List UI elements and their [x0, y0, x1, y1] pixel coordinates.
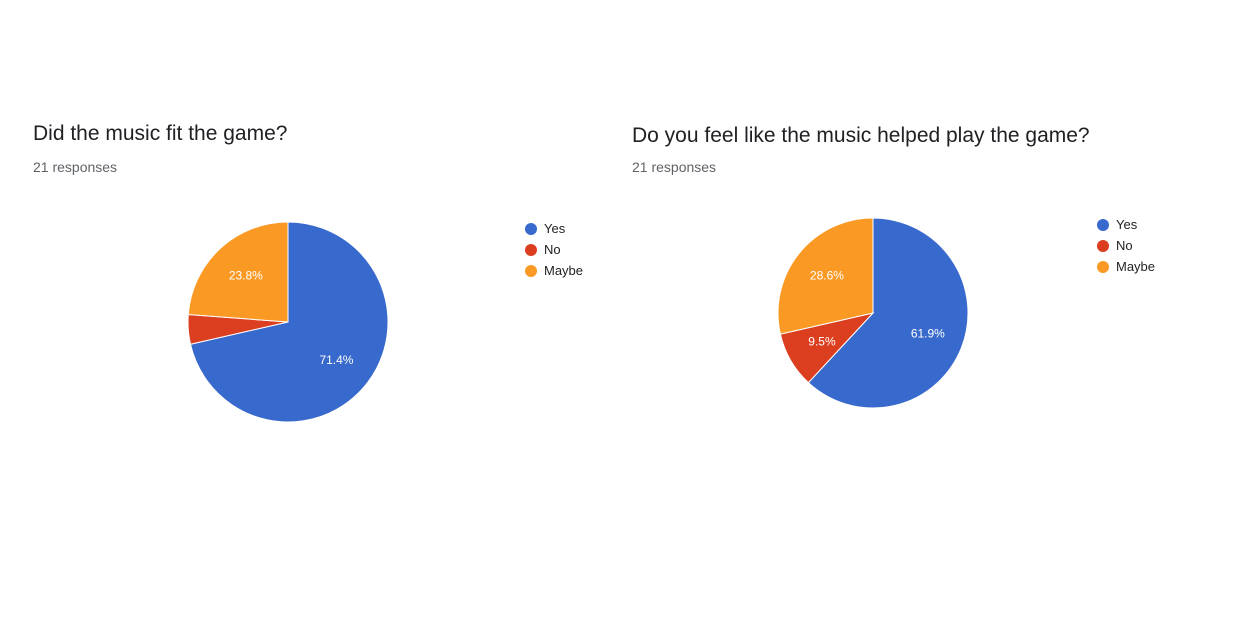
- question-title: Do you feel like the music helped play t…: [632, 124, 1090, 147]
- legend-dot-icon: [525, 264, 537, 277]
- response-count: 21 responses: [632, 159, 717, 175]
- legend-label: Yes: [1116, 217, 1138, 232]
- legend-label: Maybe: [1116, 259, 1156, 274]
- slice-label-no: 9.5%: [808, 335, 836, 349]
- legend-label: Yes: [544, 221, 566, 236]
- legend-item-yes[interactable]: Yes: [525, 218, 583, 239]
- chart-legend: Yes No Maybe: [525, 218, 583, 281]
- legend-dot-icon: [1097, 239, 1109, 252]
- legend-dot-icon: [525, 243, 537, 256]
- slice-label-maybe: 28.6%: [810, 268, 844, 282]
- response-count: 21 responses: [33, 159, 118, 175]
- legend-label: No: [544, 242, 561, 257]
- slice-label-maybe: 23.8%: [229, 269, 263, 283]
- legend-dot-icon: [1097, 260, 1109, 273]
- legend-label: Maybe: [544, 263, 584, 278]
- chart-panel-music-helped: Do you feel like the music helped play t…: [620, 0, 1246, 628]
- legend-item-no[interactable]: No: [525, 239, 583, 260]
- legend-label: No: [1116, 238, 1133, 253]
- slice-label-yes: 61.9%: [911, 327, 945, 341]
- legend-item-maybe[interactable]: Maybe: [1097, 256, 1155, 277]
- legend-item-maybe[interactable]: Maybe: [525, 260, 583, 281]
- legend-item-yes[interactable]: Yes: [1097, 214, 1155, 235]
- legend-item-no[interactable]: No: [1097, 235, 1155, 256]
- chart-panel-music-fit: Did the music fit the game? 21 responses…: [0, 0, 620, 628]
- legend-dot-icon: [525, 222, 537, 235]
- chart-legend: Yes No Maybe: [1097, 214, 1155, 277]
- pie-chart: 71.4% 23.8%: [187, 221, 389, 423]
- question-title: Did the music fit the game?: [33, 122, 288, 145]
- pie-chart: 61.9% 9.5% 28.6%: [777, 217, 969, 409]
- legend-dot-icon: [1097, 218, 1109, 231]
- slice-label-yes: 71.4%: [319, 353, 353, 367]
